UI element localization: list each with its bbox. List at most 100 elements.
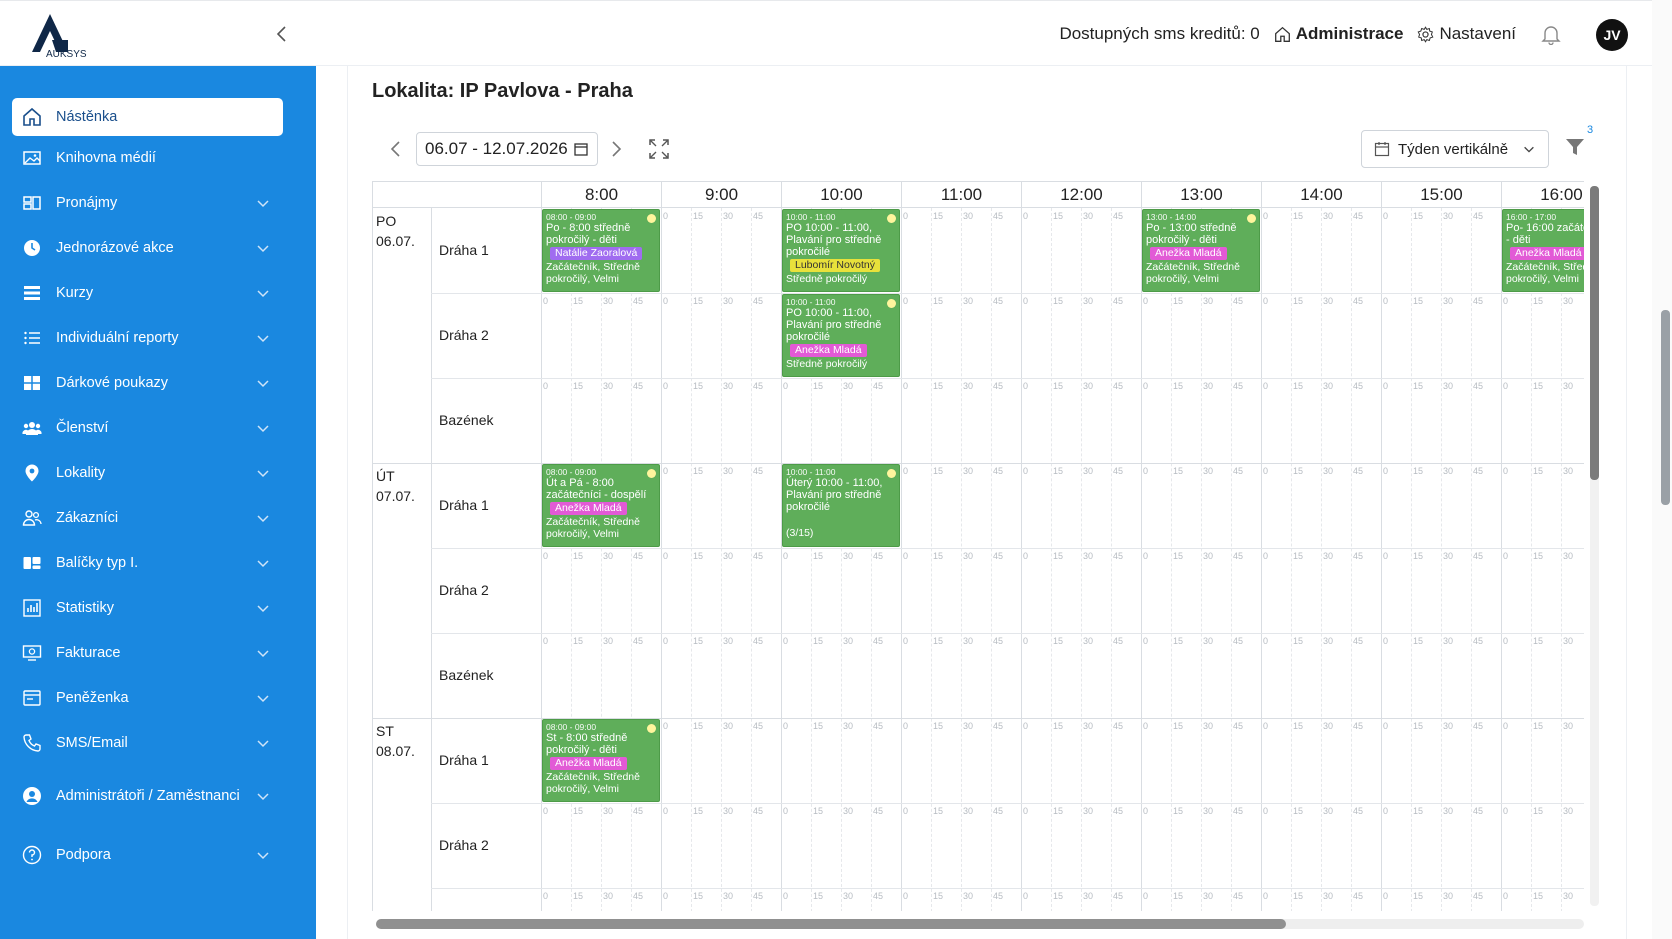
sidebar-item-individual-reports[interactable]: Individuální reporty [12, 319, 283, 357]
quarter-label: 30 [1443, 636, 1454, 646]
chevron-down-icon [257, 200, 269, 208]
quarter-label: 15 [573, 296, 584, 306]
calendar-icon [574, 143, 588, 156]
calendar-event[interactable]: 16:00 - 17:00Po- 16:00 začátečníci - dět… [1502, 209, 1584, 292]
sidebar-item-sms-email[interactable]: SMS/Email [12, 724, 283, 762]
filter-count-badge: 3 [1587, 124, 1594, 136]
bell-icon[interactable] [1540, 23, 1562, 46]
quarter-label: 45 [873, 891, 884, 901]
event-level: Začátečník, Středně pokročilý, Velmi [1506, 261, 1584, 285]
sidebar-item-statistics[interactable]: Statistiky [12, 589, 283, 627]
sidebar-item-wallet[interactable]: Peněženka [12, 679, 283, 717]
horizontal-scrollbar[interactable] [376, 919, 1286, 929]
sidebar-item-nastenka[interactable]: Nástěnka [12, 98, 283, 136]
calendar-event[interactable]: 10:00 - 11:00 PO 10:00 - 11:00, Plavání p… [782, 294, 900, 377]
sidebar-item-support[interactable]: Podpora [12, 836, 283, 874]
sidebar-item-customers[interactable]: Zákazníci [12, 499, 283, 537]
event-time: 13:00 - 14:00 [1146, 212, 1197, 222]
gift-icon [20, 371, 44, 395]
calendar-event[interactable]: 10:00 - 11:00 Úterý 10:00 - 11:00, Plaván… [782, 464, 900, 547]
calendar-event[interactable]: 08:00 - 09:00 St - 8:00 středně pokročilý… [542, 719, 660, 802]
quarter-label: 0 [783, 721, 789, 731]
vertical-scrollbar[interactable] [1590, 186, 1599, 480]
fullscreen-icon[interactable] [648, 138, 670, 160]
calendar-event[interactable]: 08:00 - 09:00 Út a Pá - 8:00 začátečníci … [542, 464, 660, 547]
quarter-label: 0 [1263, 806, 1269, 816]
quarter-label: 15 [1293, 211, 1304, 221]
quarter-label: 15 [1413, 721, 1424, 731]
quarter-label: 0 [663, 211, 669, 221]
calendar-event[interactable]: 10:00 - 11:00 PO 10:00 - 11:00, Plavání p… [782, 209, 900, 292]
sidebar-item-packages[interactable]: Balíčky typ I. [12, 544, 283, 582]
quarter-label: 30 [1323, 466, 1334, 476]
svg-text:AUKSYS: AUKSYS [46, 49, 87, 58]
quarter-label: 0 [1023, 466, 1029, 476]
quarter-label: 0 [903, 551, 909, 561]
user-circle-icon [20, 784, 44, 808]
chevron-down-icon [257, 793, 269, 801]
hour-header: 11:00 [901, 182, 1021, 208]
auksys-logo[interactable]: AUKSYS [30, 12, 100, 60]
calendar-event[interactable]: 08:00 - 09:00 Po - 8:00 středně pokročilý… [542, 209, 660, 292]
sidebar-item-one-time-events[interactable]: Jednorázové akce [12, 229, 283, 267]
quarter-label: 45 [1353, 806, 1364, 816]
sidebar-item-membership[interactable]: Členství [12, 409, 283, 447]
view-mode-select[interactable]: Týden vertikálně [1361, 130, 1549, 168]
quarter-label: 15 [693, 551, 704, 561]
sidebar-item-media-library[interactable]: Knihovna médií [12, 139, 283, 177]
quarter-label: 15 [813, 636, 824, 646]
event-title: Po- 16:00 začátečníci - děti [1506, 222, 1584, 246]
sidebar-item-administrators[interactable]: Administrátoři / Zaměstnanci [12, 769, 283, 823]
quarter-label: 30 [723, 636, 734, 646]
instructor-tag: Anežka Mladá [1150, 247, 1227, 260]
quarter-label: 0 [663, 636, 669, 646]
sidebar-item-label: Nástěnka [56, 108, 118, 125]
top-actions: Dostupných sms kreditů: 0 Administrace N… [1059, 1, 1562, 67]
quarter-label: 15 [1293, 466, 1304, 476]
administration-label: Administrace [1295, 24, 1404, 43]
quarter-label: 30 [723, 296, 734, 306]
filter-icon[interactable] [1564, 136, 1586, 158]
quarter-label: 30 [723, 891, 734, 901]
quarter-label: 15 [1533, 551, 1544, 561]
wallet-icon [20, 686, 44, 710]
quarter-label: 30 [843, 721, 854, 731]
sidebar-item-gift-vouchers[interactable]: Dárkové poukazy [12, 364, 283, 402]
quarter-label: 0 [1383, 721, 1389, 731]
date-range-picker[interactable]: 06.07 - 12.07.2026 [416, 132, 598, 166]
quarter-label: 45 [1353, 721, 1364, 731]
quarter-label: 15 [1173, 466, 1184, 476]
quarter-label: 15 [1053, 466, 1064, 476]
next-week-button[interactable] [606, 138, 628, 160]
quarter-label: 15 [573, 891, 584, 901]
lane-label: Bazének [439, 411, 494, 428]
quarter-label: 15 [933, 211, 944, 221]
user-avatar[interactable]: JV [1596, 19, 1628, 51]
administration-link[interactable]: Administrace [1274, 24, 1404, 44]
event-time: 10:00 - 11:00 [786, 212, 836, 222]
quarter-label: 45 [633, 551, 644, 561]
quarter-label: 0 [783, 891, 789, 901]
quarter-label: 45 [993, 721, 1004, 731]
quarter-gridline [991, 208, 992, 911]
invoice-icon [20, 641, 44, 665]
sidebar-item-courses[interactable]: Kurzy [12, 274, 283, 312]
calendar-event[interactable]: 13:00 - 14:00 Po - 13:00 středně pokročil… [1142, 209, 1260, 292]
quarter-label: 15 [1413, 551, 1424, 561]
hour-gridline [901, 208, 902, 911]
page-title: Lokalita: IP Pavlova - Praha [372, 80, 633, 102]
event-title: Út a Pá - 8:00 začátečníci - dospělí [546, 477, 647, 501]
quarter-label: 0 [1383, 551, 1389, 561]
quarter-label: 15 [1053, 296, 1064, 306]
page-scrollbar[interactable] [1661, 310, 1670, 505]
sidebar-item-locations[interactable]: Lokality [12, 454, 283, 492]
previous-week-button[interactable] [384, 138, 406, 160]
settings-link[interactable]: Nastavení [1417, 24, 1516, 44]
sidebar-item-rentals[interactable]: Pronájmy [12, 184, 283, 222]
sidebar-item-invoicing[interactable]: Fakturace [12, 634, 283, 672]
quarter-label: 30 [1563, 806, 1574, 816]
quarter-label: 30 [843, 891, 854, 901]
collapse-sidebar-button[interactable] [270, 23, 292, 45]
quarter-label: 0 [1383, 381, 1389, 391]
quarter-label: 0 [1503, 296, 1509, 306]
